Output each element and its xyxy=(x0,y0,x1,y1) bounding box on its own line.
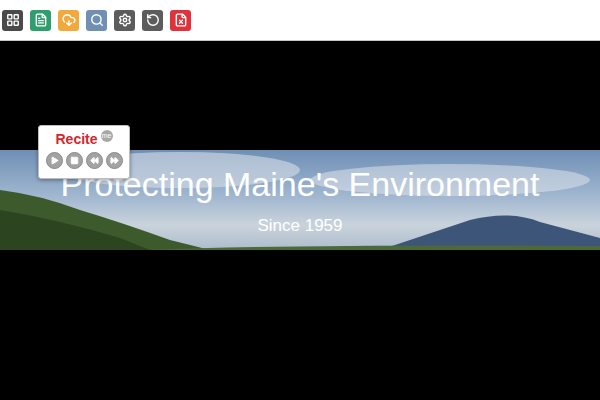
grid-icon xyxy=(6,13,20,27)
search-icon xyxy=(90,13,104,27)
gear-icon xyxy=(118,13,132,27)
stop-icon xyxy=(70,156,79,165)
toolbar xyxy=(0,0,600,41)
toolbar-button[interactable] xyxy=(86,10,107,31)
recite-logo: Recite xyxy=(55,130,97,148)
recite-control-button[interactable] xyxy=(106,152,123,169)
page: Protecting Maine's Environment Since 1959… xyxy=(0,0,600,400)
recite-badge: me xyxy=(101,130,113,142)
toolbar-button[interactable] xyxy=(170,10,191,31)
recite-control-button[interactable] xyxy=(46,152,63,169)
forward-icon xyxy=(110,156,119,165)
recite-widget[interactable]: Recite me xyxy=(38,125,130,179)
toolbar-button[interactable] xyxy=(2,10,23,31)
recite-control-button[interactable] xyxy=(86,152,103,169)
content: Protecting Maine's Environment Since 1959 xyxy=(0,41,600,400)
toolbar-button[interactable] xyxy=(114,10,135,31)
rewind-icon xyxy=(90,156,99,165)
document-icon xyxy=(34,13,48,27)
recite-control-button[interactable] xyxy=(66,152,83,169)
hero-subtitle: Since 1959 xyxy=(257,216,342,236)
hero-title: Protecting Maine's Environment xyxy=(61,164,540,204)
pdf-icon xyxy=(174,13,188,27)
download-icon xyxy=(62,13,76,27)
toolbar-button[interactable] xyxy=(30,10,51,31)
toolbar-button[interactable] xyxy=(142,10,163,31)
play-icon xyxy=(50,156,59,165)
refresh-icon xyxy=(146,13,160,27)
recite-controls xyxy=(46,152,123,169)
toolbar-button[interactable] xyxy=(58,10,79,31)
